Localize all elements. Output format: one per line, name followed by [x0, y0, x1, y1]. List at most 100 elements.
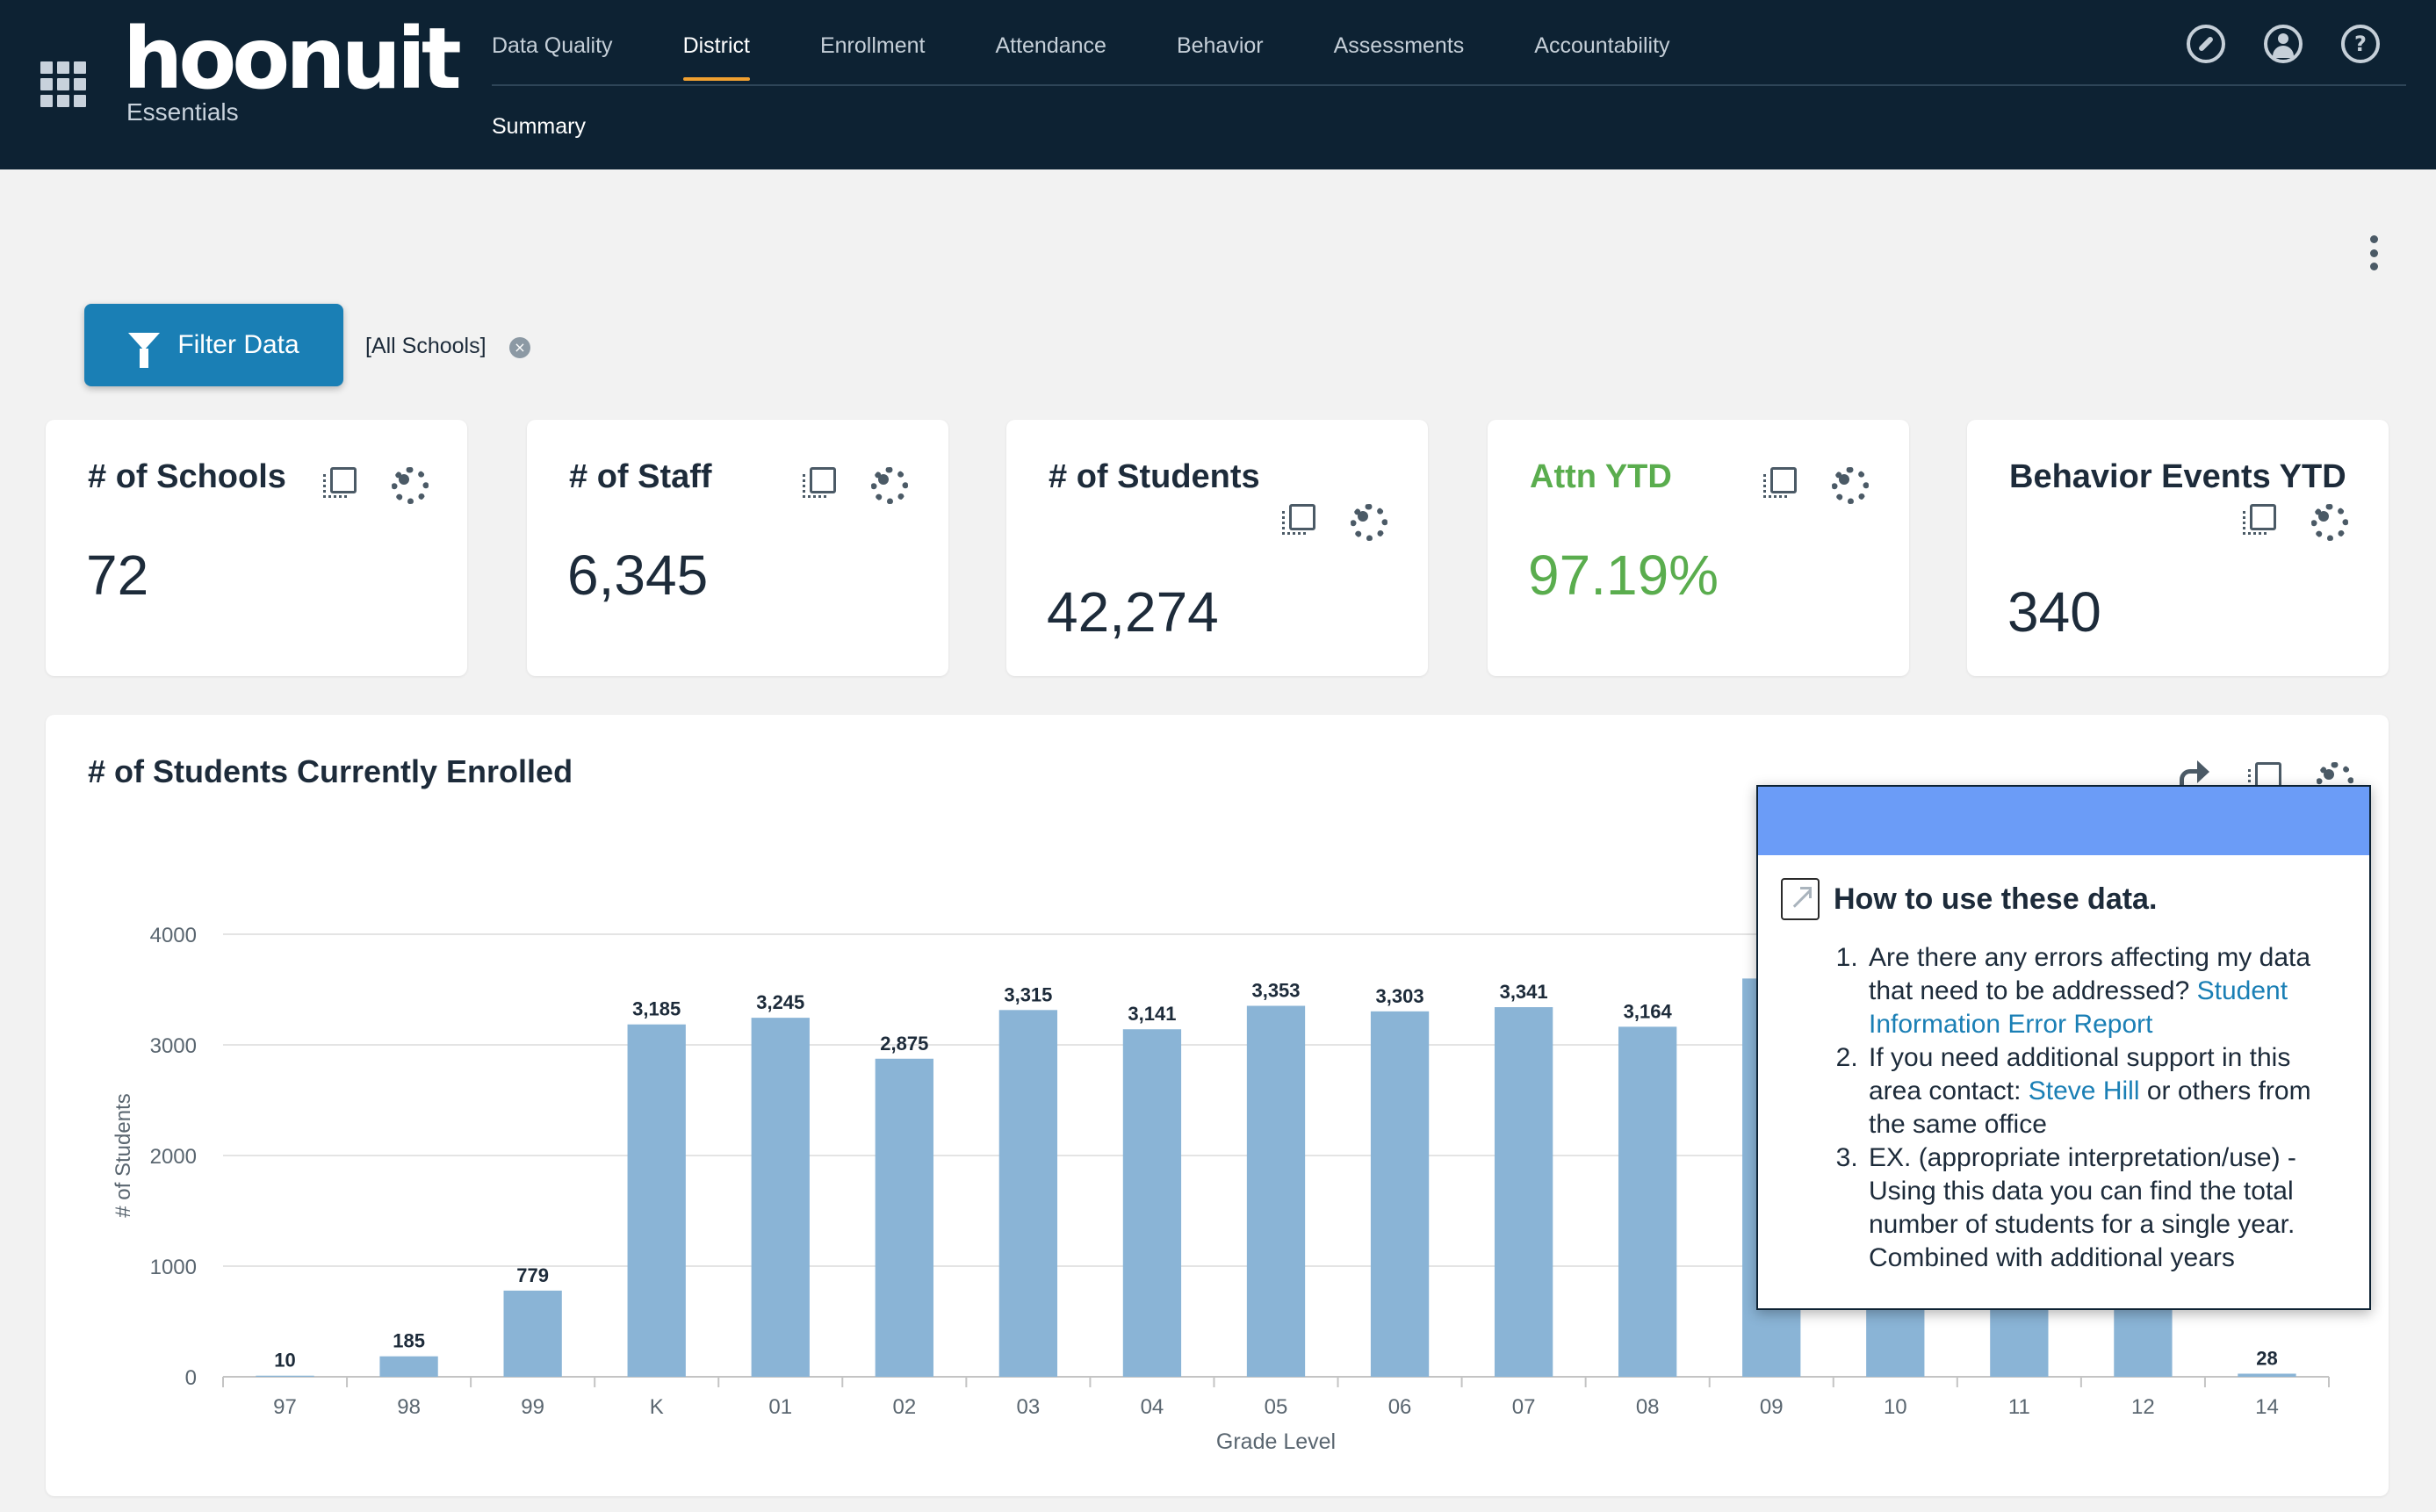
kpi-card-behavior: Behavior Events YTD 340	[1967, 420, 2389, 676]
bar-07	[1494, 1007, 1553, 1377]
nav-assessments[interactable]: Assessments	[1334, 26, 1465, 83]
gear-icon[interactable]	[1347, 500, 1387, 541]
data-label: 2,875	[880, 1033, 928, 1055]
card-tools	[801, 464, 908, 504]
card-tools	[321, 464, 429, 504]
bar-05	[1246, 1005, 1306, 1377]
apps-grid-icon[interactable]	[40, 61, 86, 107]
kpi-card-staff: # of Staff 6,345	[527, 420, 948, 676]
x-tick-label: 11	[2008, 1395, 2030, 1419]
bar-03	[998, 1010, 1058, 1377]
chart-title: # of Students Currently Enrolled	[88, 753, 573, 789]
nav-district[interactable]: District	[682, 26, 751, 83]
help-icon[interactable]: ?	[2341, 25, 2380, 63]
popup-item-1: Are there any errors affecting my data t…	[1865, 941, 2346, 1041]
x-tick-label: 04	[1141, 1395, 1164, 1419]
nav-accountability[interactable]: Accountability	[1534, 26, 1669, 83]
logo-subtitle: Essentials	[126, 98, 239, 126]
x-tick-label: 05	[1265, 1395, 1288, 1419]
bar-99	[503, 1290, 562, 1377]
x-tick-label: 12	[2131, 1395, 2155, 1419]
kpi-title: # of Students	[1049, 458, 1260, 495]
popup-list: Are there any errors affecting my data t…	[1865, 941, 2346, 1275]
bar-14	[2238, 1373, 2296, 1377]
popup-header[interactable]	[1758, 787, 2369, 855]
data-label: 3,141	[1128, 1003, 1176, 1025]
more-options-icon[interactable]	[2368, 235, 2380, 270]
data-label: 3,164	[1624, 1000, 1673, 1022]
expand-icon[interactable]	[1781, 878, 1820, 920]
data-label: 28	[2256, 1347, 2277, 1369]
bar-97	[256, 1375, 314, 1377]
card-tools	[1762, 464, 1869, 504]
nav-divider	[492, 84, 2406, 86]
y-tick-label: 4000	[150, 924, 197, 947]
popup-title-row: How to use these data.	[1781, 878, 2346, 920]
top-bar: hoonuit Essentials Data Quality District…	[0, 0, 2436, 169]
x-tick-label: 99	[521, 1395, 544, 1419]
x-tick-label: 06	[1388, 1395, 1412, 1419]
popup-item-text: EX. (appropriate interpretation/use) - U…	[1869, 1143, 2296, 1272]
filter-tag: [All Schools]	[365, 334, 486, 358]
wrench-icon[interactable]	[2187, 25, 2225, 63]
kpi-card-attendance: Attn YTD 97.19%	[1488, 420, 1909, 676]
data-label: 10	[274, 1350, 295, 1372]
contact-link[interactable]: Steve Hill	[2029, 1076, 2140, 1105]
y-tick-label: 1000	[150, 1256, 197, 1279]
y-tick-label: 2000	[150, 1145, 197, 1169]
copy-icon[interactable]	[1762, 464, 1797, 498]
copy-icon[interactable]	[321, 464, 357, 498]
gear-icon[interactable]	[2308, 500, 2348, 541]
nav-data-quality[interactable]: Data Quality	[492, 26, 613, 83]
x-tick-label: 10	[1884, 1395, 1907, 1419]
data-label: 3,185	[632, 998, 681, 1020]
main-nav: Data Quality District Enrollment Attenda…	[492, 26, 1741, 83]
y-axis-label: # of Students	[112, 1093, 135, 1217]
x-tick-label: 01	[768, 1395, 792, 1419]
clear-filter-icon[interactable]: ×	[509, 337, 530, 358]
kpi-value: 72	[86, 544, 149, 607]
data-label: 3,315	[1004, 983, 1052, 1005]
popup-item-2: If you need additional support in this a…	[1865, 1041, 2346, 1141]
kpi-title: # of Staff	[569, 458, 712, 495]
x-tick-label: 14	[2255, 1395, 2279, 1419]
bar-06	[1370, 1011, 1430, 1377]
bar-01	[751, 1018, 810, 1377]
user-icon[interactable]	[2264, 25, 2303, 63]
x-tick-label: K	[650, 1395, 664, 1419]
kpi-card-schools: # of Schools 72	[46, 420, 467, 676]
copy-icon[interactable]	[2241, 500, 2276, 535]
data-label: 185	[393, 1330, 425, 1352]
x-tick-label: 98	[397, 1395, 421, 1419]
nav-attendance[interactable]: Attendance	[995, 26, 1106, 83]
gear-icon[interactable]	[868, 464, 908, 504]
kpi-value: 340	[2007, 580, 2101, 644]
gear-icon[interactable]	[1828, 464, 1869, 504]
x-tick-label: 08	[1636, 1395, 1660, 1419]
gear-icon[interactable]	[388, 464, 429, 504]
kpi-card-students: # of Students 42,274	[1006, 420, 1428, 676]
nav-enrollment[interactable]: Enrollment	[820, 26, 926, 83]
logo[interactable]: hoonuit	[123, 11, 462, 107]
nav-behavior[interactable]: Behavior	[1177, 26, 1264, 83]
x-tick-label: 02	[892, 1395, 916, 1419]
popup-item-3: EX. (appropriate interpretation/use) - U…	[1865, 1141, 2346, 1275]
kpi-value: 42,274	[1047, 580, 1219, 644]
y-tick-label: 3000	[150, 1034, 197, 1058]
filter-data-button[interactable]: Filter Data	[84, 304, 343, 386]
data-label: 779	[516, 1264, 549, 1286]
bar-04	[1122, 1029, 1182, 1377]
subnav-summary[interactable]: Summary	[492, 114, 586, 140]
filter-data-label: Filter Data	[177, 330, 299, 359]
copy-icon[interactable]	[801, 464, 836, 498]
help-popup: How to use these data. Are there any err…	[1756, 785, 2371, 1310]
copy-icon[interactable]	[1280, 500, 1315, 535]
bar-98	[379, 1356, 438, 1377]
kpi-title: Attn YTD	[1530, 458, 1672, 495]
x-tick-label: 09	[1760, 1395, 1784, 1419]
x-tick-label: 07	[1512, 1395, 1536, 1419]
data-label: 3,303	[1376, 985, 1424, 1007]
data-label: 3,353	[1251, 980, 1300, 1002]
kpi-value: 97.19%	[1528, 544, 1719, 607]
popup-body: How to use these data. Are there any err…	[1758, 878, 2369, 1275]
